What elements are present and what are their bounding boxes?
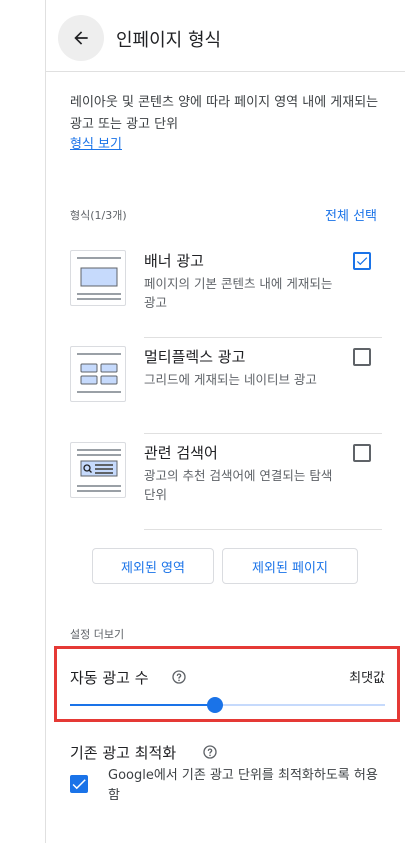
- optimize-existing-ads-title: 기존 광고 최적화: [70, 744, 177, 762]
- select-all-button[interactable]: 전체 선택: [325, 205, 377, 224]
- divider: [144, 529, 382, 530]
- slider-fill: [70, 704, 215, 706]
- formats-count-label: 형식(1/3개): [70, 209, 127, 222]
- format-item-related-search[interactable]: 관련 검색어 광고의 추천 검색어에 연결되는 탐색 단위: [70, 432, 382, 530]
- format-desc: 페이지의 기본 콘텐츠 내에 게재되는 광고: [144, 276, 333, 310]
- optimize-description: Google에서 기존 광고 단위를 최적화하도록 허용함: [108, 768, 378, 803]
- auto-ads-value-label: 최댓값: [349, 671, 385, 686]
- help-icon[interactable]: [171, 669, 187, 685]
- format-title: 관련 검색어: [144, 444, 218, 462]
- check-icon: [356, 257, 368, 266]
- format-item-banner[interactable]: 배너 광고 페이지의 기본 콘텐츠 내에 게재되는 광고: [70, 240, 382, 338]
- format-desc: 광고의 추천 검색어에 연결되는 탐색 단위: [144, 468, 333, 502]
- format-item-multiplex[interactable]: 멀티플렉스 광고 그리드에 게재되는 네이티브 광고: [70, 336, 382, 434]
- related-search-icon: [70, 442, 126, 498]
- in-page-formats-panel: 인페이지 형식 레이아웃 및 콘텐츠 양에 따라 페이지 영역 내에 게재되는 …: [46, 0, 405, 843]
- panel-header: 인페이지 형식: [46, 0, 405, 72]
- banner-checkbox[interactable]: [353, 252, 371, 270]
- left-rail: [0, 0, 46, 843]
- format-title: 멀티플렉스 광고: [144, 348, 246, 366]
- multiplex-ad-icon: [70, 346, 126, 402]
- related-search-checkbox[interactable]: [353, 444, 371, 462]
- optimize-checkbox[interactable]: [70, 775, 88, 793]
- view-formats-link[interactable]: 형식 보기: [70, 133, 122, 152]
- more-settings-label: 설정 더보기: [70, 628, 125, 641]
- format-description: 레이아웃 및 콘텐츠 양에 따라 페이지 영역 내에 게재되는 광고 또는 광고…: [70, 95, 379, 132]
- slider-thumb[interactable]: [206, 697, 223, 713]
- back-button[interactable]: [58, 15, 104, 61]
- page-title: 인페이지 형식: [116, 30, 222, 51]
- format-title: 배너 광고: [144, 252, 204, 270]
- arrow-back-icon: [74, 31, 88, 45]
- banner-ad-icon: [70, 250, 126, 306]
- excluded-areas-button[interactable]: 제외된 영역: [92, 548, 214, 584]
- check-icon: [72, 779, 86, 790]
- format-desc: 그리드에 게재되는 네이티브 광고: [144, 372, 317, 387]
- auto-ads-slider[interactable]: [70, 697, 385, 713]
- excluded-pages-button[interactable]: 제외된 페이지: [222, 548, 358, 584]
- auto-ads-label: 자동 광고 수: [70, 669, 149, 687]
- help-icon[interactable]: [202, 744, 218, 760]
- multiplex-checkbox[interactable]: [353, 348, 371, 366]
